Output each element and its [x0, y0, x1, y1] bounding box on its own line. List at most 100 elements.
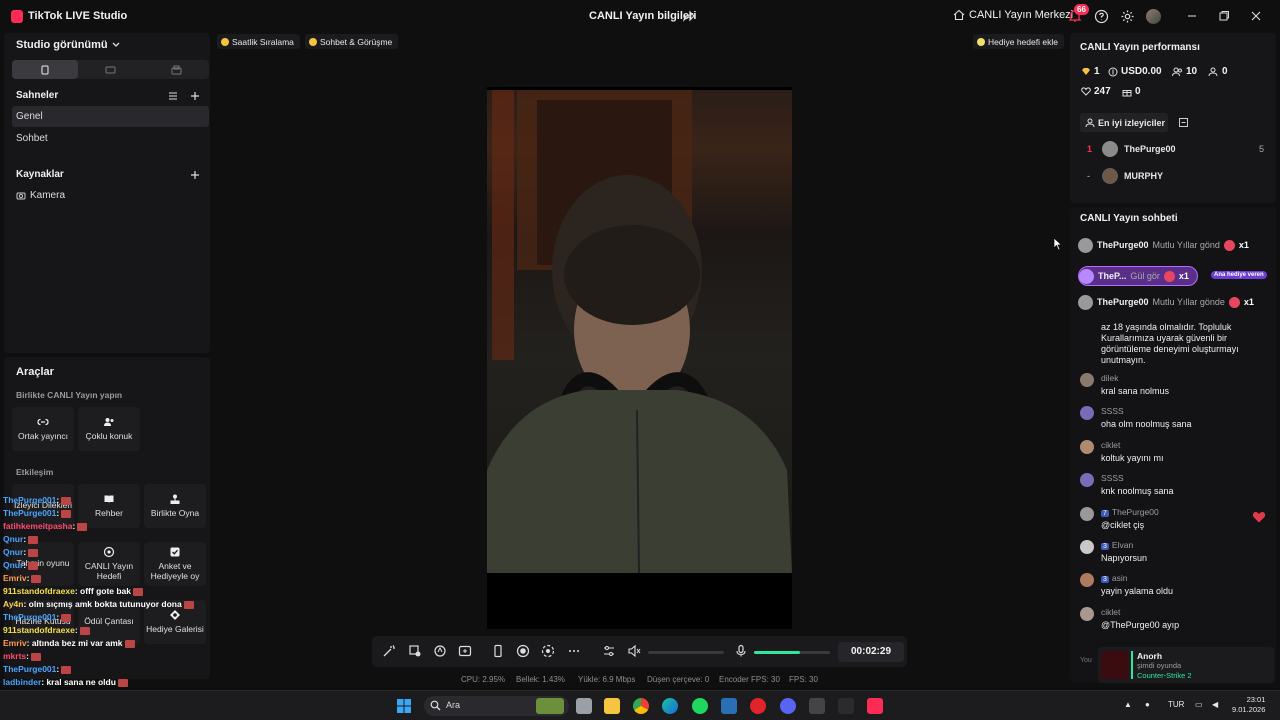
steam-icon[interactable] — [721, 698, 737, 714]
studio-view-dropdown[interactable]: Studio görünümü — [16, 39, 120, 51]
opera-icon[interactable] — [750, 698, 766, 714]
poll-tool[interactable]: Anket ve Hediyeyle oy — [144, 542, 206, 586]
chat-message[interactable]: SSSS knk noolmuş sana — [1080, 473, 1270, 503]
gift-message-highlight[interactable]: TheP... Gül gör x1 — [1078, 266, 1198, 286]
add-media-icon[interactable] — [458, 644, 472, 658]
ranking-row[interactable]: 1 ThePurge00 5 — [1084, 141, 1264, 159]
overlay-chat-text: : — [56, 612, 60, 622]
source-item-camera[interactable]: Kamera — [12, 185, 209, 206]
chat-message[interactable]: dilek kral sana nolmus — [1080, 373, 1270, 403]
multi-guest-tool[interactable]: Çoklu konuk — [78, 407, 140, 451]
portrait-icon — [41, 65, 49, 74]
gift-message[interactable]: ThePurge00 Mutlu Yıllar gönd x1 — [1078, 235, 1274, 255]
add-gift-goal-pill[interactable]: Hediye hedefi ekle — [973, 34, 1064, 49]
tray-chevron-icon[interactable]: ▲ — [1124, 700, 1132, 709]
export-icon[interactable] — [1178, 117, 1189, 128]
mouse-cursor-icon — [1053, 237, 1063, 251]
phone-icon[interactable] — [491, 644, 505, 658]
chat-username: dilek — [1101, 373, 1119, 383]
minimize-icon[interactable] — [1185, 9, 1199, 23]
play-together-tool[interactable]: Birlikte Oyna — [144, 484, 206, 528]
gear-icon[interactable] — [1120, 9, 1135, 24]
ranking-row[interactable]: - MURPHY — [1084, 168, 1264, 186]
edge-icon[interactable] — [662, 698, 678, 714]
camera-focus-icon[interactable] — [541, 644, 555, 658]
maximize-icon[interactable] — [1217, 9, 1231, 23]
guide-tool[interactable]: Rehber — [78, 484, 140, 528]
overlay-chat-line: ThePurge001: — [3, 495, 72, 505]
live-center-button[interactable]: CANLI Yayın Merkezi — [953, 9, 1073, 21]
game-activity-card[interactable]: Anorh şimdi oyunda Counter-Strike 2 — [1098, 647, 1274, 683]
speaker-volume-slider[interactable] — [648, 651, 724, 654]
dropped-frames-stat: Düşen çerçeve: 0 — [647, 675, 710, 684]
magic-wand-icon[interactable] — [382, 644, 396, 658]
emote-icon — [117, 678, 128, 687]
network-icon[interactable]: ▭ — [1195, 700, 1203, 709]
co-host-tool[interactable]: Ortak yayıncı — [12, 407, 74, 451]
hourly-ranking-pill[interactable]: Saatlik Sıralama — [217, 34, 300, 49]
live-info-title[interactable]: CANLI Yayın bilgileri — [589, 10, 696, 22]
add-scene-icon[interactable] — [190, 91, 200, 101]
like-heart-icon — [1252, 512, 1266, 523]
discord-icon[interactable] — [780, 698, 796, 714]
overlay-chat-user: ThePurge001 — [3, 508, 57, 518]
overlay-chat-text: : olm sıçmış amk bokta tutunuyor dona — [23, 599, 182, 609]
chat-text: oha olm noolmuş sana — [1101, 419, 1192, 430]
taskbar-search[interactable]: Ara — [424, 696, 569, 716]
gift-icon — [1228, 296, 1240, 308]
tiktok-live-studio-icon[interactable] — [867, 698, 883, 714]
chat-message[interactable]: 7 ThePurge00 @ciklet çiş — [1080, 506, 1270, 537]
chat-message[interactable]: ciklet @ThePurge00 ayıp — [1080, 606, 1270, 637]
help-icon[interactable] — [1094, 9, 1109, 24]
list-icon[interactable] — [168, 91, 178, 101]
microphone-tray-icon[interactable]: ● — [1145, 700, 1150, 709]
portrait-layout-option[interactable] — [12, 60, 78, 79]
gift-message[interactable]: ThePurge00 Mutlu Yıllar gönde x1 — [1078, 292, 1274, 312]
chat-message[interactable]: 3 Elvan Napıyorsun — [1080, 540, 1270, 570]
search-highlight-image — [536, 698, 564, 714]
chrome-icon[interactable] — [633, 698, 649, 714]
close-icon[interactable] — [1249, 9, 1263, 23]
chat-message[interactable]: 3 asin yayin yalama oldu — [1080, 573, 1270, 603]
live-goal-tool[interactable]: CANLI Yayın Hedefi — [78, 542, 140, 586]
performance-box: CANLI Yayın performansı 1 USD0.00 10 0 2… — [1070, 33, 1276, 203]
chat-username-row: ciklet — [1101, 607, 1120, 617]
windows-start-icon[interactable] — [396, 698, 412, 714]
chat-text: yayin yalama oldu — [1101, 586, 1174, 597]
viewers-stat: 10 — [1172, 66, 1197, 77]
volume-icon[interactable]: ◀ — [1212, 700, 1218, 709]
language-indicator[interactable]: TUR — [1168, 700, 1184, 709]
record-icon[interactable] — [516, 644, 530, 658]
system-clock[interactable]: 23:01 9.01.2026 — [1232, 695, 1265, 715]
file-explorer-icon[interactable] — [604, 698, 620, 714]
chat-message[interactable]: ciklet koltuk yayını mı — [1080, 439, 1270, 470]
app-icon[interactable] — [809, 698, 825, 714]
gift-sender: ThePurge00 — [1097, 297, 1149, 307]
dual-layout-option[interactable] — [143, 60, 209, 79]
scene-item-general[interactable]: Genel — [12, 106, 209, 127]
more-options-icon[interactable] — [567, 644, 581, 658]
add-source-icon[interactable] — [190, 170, 200, 180]
landscape-layout-option[interactable] — [78, 60, 144, 79]
share-icon[interactable] — [682, 9, 696, 23]
speaker-muted-icon[interactable] — [627, 644, 641, 658]
beauty-icon[interactable] — [433, 644, 447, 658]
task-view-icon[interactable] — [576, 698, 592, 714]
scene-item-chat[interactable]: Sohbet — [12, 128, 209, 149]
viewers-icon — [1172, 67, 1182, 76]
chat-username-row: 3 asin — [1101, 573, 1128, 584]
chat-username: asin — [1111, 573, 1128, 584]
gift-icon — [1223, 239, 1235, 251]
audio-settings-icon[interactable] — [602, 644, 616, 658]
top-viewers-tab[interactable]: En iyi izleyiciler — [1080, 113, 1168, 132]
gift-sender: TheP... — [1098, 271, 1127, 281]
effects-icon[interactable] — [408, 644, 422, 658]
chat-meet-pill[interactable]: Sohbet & Görüşme — [305, 34, 399, 49]
microphone-icon[interactable] — [734, 644, 748, 658]
terminal-icon[interactable] — [838, 698, 854, 714]
user-avatar[interactable] — [1146, 9, 1161, 24]
source-label: Kamera — [30, 190, 66, 201]
chat-message[interactable]: SSSS oha olm noolmuş sana — [1080, 406, 1270, 436]
spotify-icon[interactable] — [692, 698, 708, 714]
lightbulb-icon — [977, 37, 985, 46]
